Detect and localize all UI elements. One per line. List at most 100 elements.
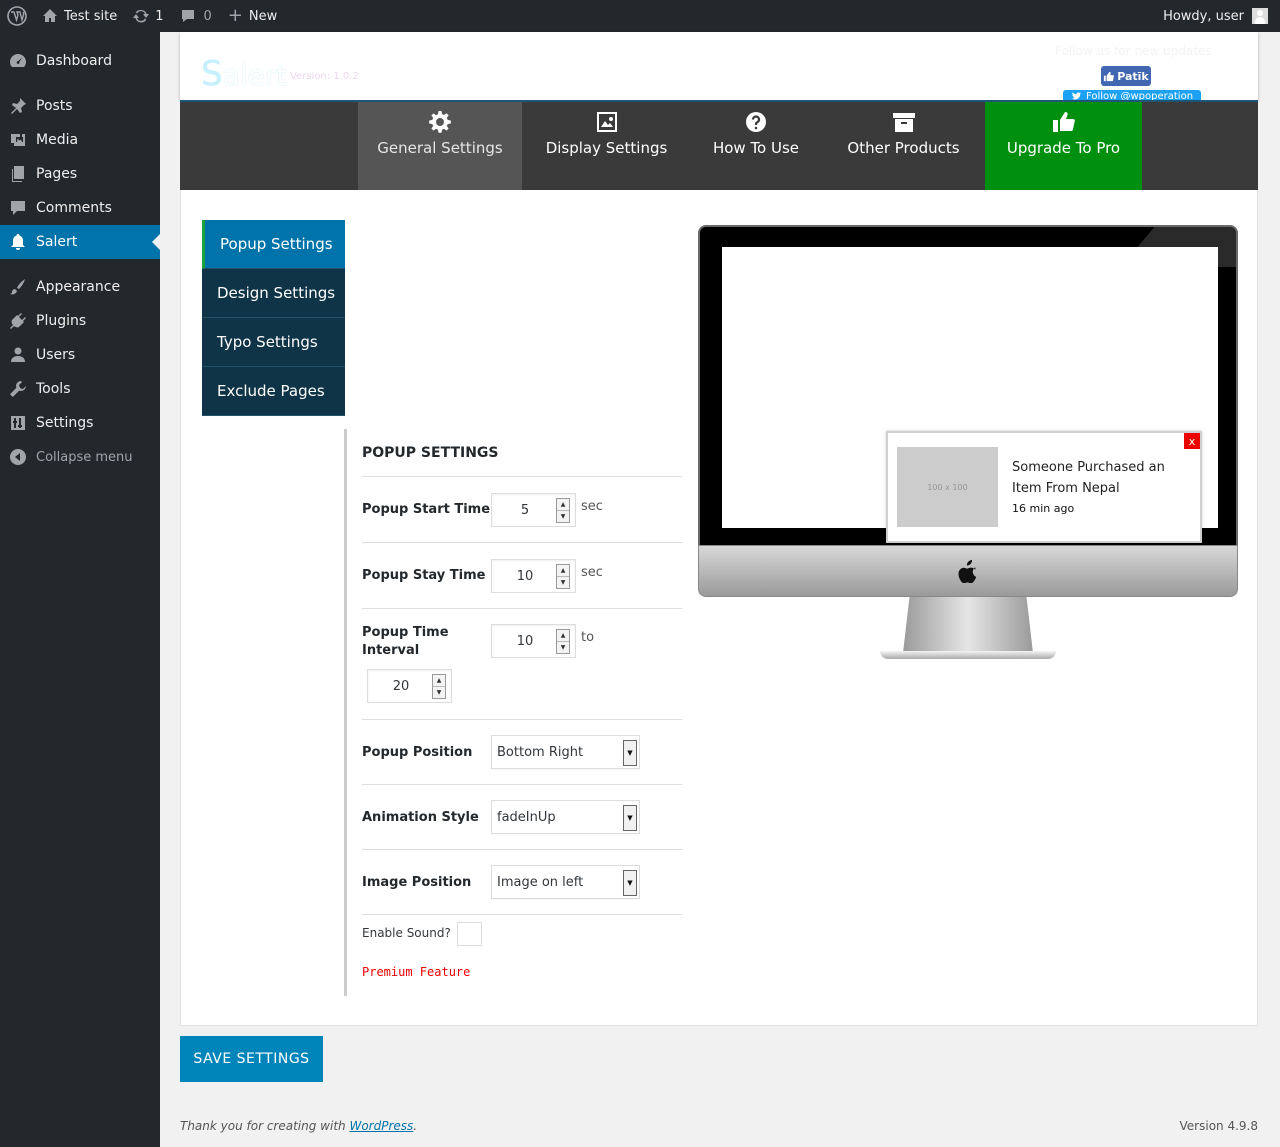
plugin-header: Salert Version: 1.0.2 Follow us for new … xyxy=(180,32,1258,104)
row-popup-time-interval: Popup Time Interval 10 ▲ ▼ to 20 ▲ ▼ xyxy=(362,608,682,719)
menu-label: Dashboard xyxy=(36,53,112,69)
stepper-up-icon[interactable]: ▲ xyxy=(557,565,569,576)
plus-icon: + xyxy=(227,5,243,26)
interval-label: Popup Time Interval xyxy=(362,625,449,658)
menu-item-dashboard[interactable]: Dashboard xyxy=(0,44,160,78)
apple-logo-icon xyxy=(957,559,979,583)
stepper-down-icon[interactable]: ▼ xyxy=(557,576,569,588)
popup-close-button[interactable]: x xyxy=(1184,433,1200,449)
user-icon xyxy=(8,345,28,365)
menu-label: Settings xyxy=(36,415,94,431)
subtab-popup-settings[interactable]: Popup Settings xyxy=(202,220,345,269)
subtab-exclude-pages[interactable]: Exclude Pages xyxy=(202,367,345,416)
popup-message: Someone Purchased an Item From Nepal xyxy=(1012,460,1165,496)
stepper-down-icon[interactable]: ▼ xyxy=(557,510,569,522)
menu-label: Pages xyxy=(36,166,78,182)
thumbs-up-icon xyxy=(1103,71,1115,82)
facebook-like-button[interactable]: Patīk xyxy=(1101,66,1151,86)
number-stepper[interactable]: ▲ ▼ xyxy=(556,629,570,654)
menu-item-plugins[interactable]: Plugins xyxy=(0,304,160,338)
home-icon xyxy=(42,8,58,24)
subtab-design-settings[interactable]: Design Settings xyxy=(202,269,345,318)
number-stepper[interactable]: ▲ ▼ xyxy=(556,498,570,523)
comments-link[interactable]: 0 xyxy=(172,0,220,32)
menu-item-comments[interactable]: Comments xyxy=(0,191,160,225)
popup-time: 16 min ago xyxy=(1012,502,1075,515)
plugin-version: Version: 1.0.2 xyxy=(290,71,359,82)
stepper-up-icon[interactable]: ▲ xyxy=(433,675,445,686)
image-position-select[interactable]: Image on left ▼ xyxy=(491,865,640,899)
pages-icon xyxy=(8,164,28,184)
start-time-label: Popup Start Time xyxy=(362,502,491,517)
wrench-icon xyxy=(8,379,28,399)
settings-panel: Popup Settings Design Settings Typo Sett… xyxy=(180,190,1258,1026)
stepper-up-icon[interactable]: ▲ xyxy=(557,499,569,510)
start-time-input[interactable]: 5 ▲ ▼ xyxy=(491,493,576,527)
menu-item-pages[interactable]: Pages xyxy=(0,157,160,191)
tab-other-products[interactable]: Other Products xyxy=(821,102,986,190)
stay-time-input[interactable]: 10 ▲ ▼ xyxy=(491,559,576,593)
updates-count: 1 xyxy=(155,8,164,24)
updates-link[interactable]: 1 xyxy=(125,0,171,32)
interval-from-input[interactable]: 10 ▲ ▼ xyxy=(491,624,576,658)
start-time-unit: sec xyxy=(581,499,603,514)
monitor-chin xyxy=(698,545,1238,597)
animation-select[interactable]: fadeInUp ▼ xyxy=(491,800,640,834)
tab-general-settings[interactable]: General Settings xyxy=(358,102,522,190)
menu-item-settings[interactable]: Settings xyxy=(0,406,160,440)
menu-item-media[interactable]: Media xyxy=(0,123,160,157)
number-stepper[interactable]: ▲ ▼ xyxy=(556,564,570,589)
updates-icon xyxy=(133,8,150,24)
media-icon xyxy=(8,130,28,150)
menu-label: Media xyxy=(36,132,79,148)
stay-time-unit: sec xyxy=(581,565,603,580)
monitor-base xyxy=(880,651,1056,659)
collapse-menu-button[interactable]: Collapse menu xyxy=(0,440,160,474)
new-content-link[interactable]: + New xyxy=(220,0,285,32)
my-account-link[interactable]: Howdy, user xyxy=(1155,0,1280,32)
enable-sound-label: Enable Sound? xyxy=(362,926,451,940)
site-name: Test site xyxy=(64,8,118,24)
dropdown-arrow-icon: ▼ xyxy=(623,740,637,766)
save-settings-button[interactable]: SAVE SETTINGS xyxy=(180,1036,323,1082)
stepper-up-icon[interactable]: ▲ xyxy=(557,630,569,641)
stepper-down-icon[interactable]: ▼ xyxy=(433,686,445,698)
salert-logo: Salert xyxy=(201,54,288,94)
archive-box-icon xyxy=(892,107,916,137)
pushpin-icon xyxy=(8,96,28,116)
wordpress-link[interactable]: WordPress xyxy=(349,1119,413,1133)
enable-sound-checkbox[interactable] xyxy=(457,922,482,946)
paintbrush-icon xyxy=(8,277,28,297)
follow-text: Follow us for new updates xyxy=(1055,44,1212,58)
howdy-text: Howdy, user xyxy=(1163,8,1244,24)
menu-label: Plugins xyxy=(36,313,87,329)
question-icon xyxy=(745,107,767,137)
comments-icon xyxy=(8,198,28,218)
stepper-down-icon[interactable]: ▼ xyxy=(557,641,569,653)
interval-to-input[interactable]: 20 ▲ ▼ xyxy=(367,669,452,703)
settings-subtabs: Popup Settings Design Settings Typo Sett… xyxy=(202,220,345,416)
menu-item-posts[interactable]: Posts xyxy=(0,89,160,123)
row-popup-position: Popup Position Bottom Right ▼ xyxy=(362,719,682,784)
menu-item-users[interactable]: Users xyxy=(0,338,160,372)
menu-item-salert[interactable]: Salert xyxy=(0,225,160,259)
image-icon xyxy=(595,107,619,137)
monitor-stand xyxy=(903,597,1033,653)
footer-version: Version 4.9.8 xyxy=(1179,1119,1258,1133)
monitor-preview: 100 x 100 Someone Purchased an Item From… xyxy=(698,225,1238,665)
tab-how-to-use[interactable]: How To Use xyxy=(691,102,821,190)
avatar xyxy=(1252,8,1268,24)
dropdown-arrow-icon: ▼ xyxy=(623,805,637,831)
subtab-typo-settings[interactable]: Typo Settings xyxy=(202,318,345,367)
menu-label: Comments xyxy=(36,200,112,216)
menu-item-appearance[interactable]: Appearance xyxy=(0,270,160,304)
menu-item-tools[interactable]: Tools xyxy=(0,372,160,406)
tab-display-settings[interactable]: Display Settings xyxy=(522,102,691,190)
position-select[interactable]: Bottom Right ▼ xyxy=(491,735,640,769)
number-stepper[interactable]: ▲ ▼ xyxy=(432,674,446,699)
section-heading: POPUP SETTINGS xyxy=(362,445,499,461)
site-name-link[interactable]: Test site xyxy=(34,0,125,32)
wordpress-logo-icon[interactable] xyxy=(0,0,34,32)
tab-upgrade-to-pro[interactable]: Upgrade To Pro xyxy=(985,102,1142,190)
stay-time-label: Popup Stay Time xyxy=(362,568,486,583)
